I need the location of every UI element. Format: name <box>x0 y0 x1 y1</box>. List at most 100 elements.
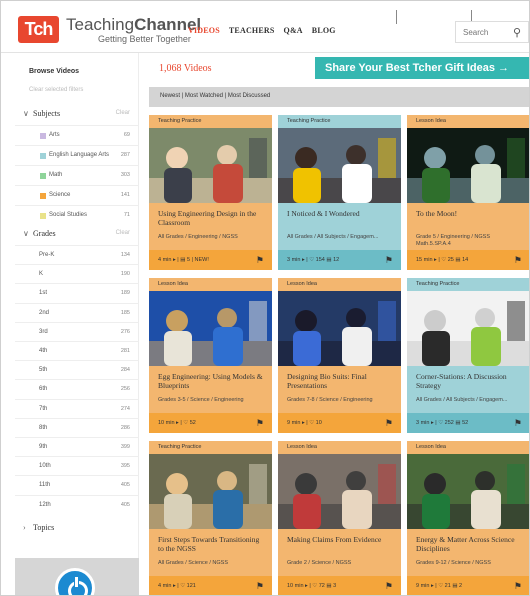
video-title[interactable]: Using Engineering Design in the Classroo… <box>158 209 266 227</box>
grade-filter-label: 10th <box>39 463 51 470</box>
grade-filter-item[interactable]: K 190 <box>15 264 139 283</box>
thumb-egg-engineering[interactable] <box>149 291 272 366</box>
video-card[interactable]: Lesson Idea Egg Engineering: Using Model… <box>149 278 272 433</box>
video-card-body: Designing Bio Suits: Final Presentations… <box>278 366 401 413</box>
subjects-toggle[interactable]: ∨ Subjects <box>23 109 60 118</box>
bookmark-icon[interactable]: ⚑ <box>256 255 264 266</box>
video-meta: All Grades / Engineering / NGSS <box>158 234 268 241</box>
grade-filter-item[interactable]: 8th 286 <box>15 417 139 437</box>
grade-filter-label: Pre-K <box>39 252 55 258</box>
subject-filter-count: 141 <box>120 192 130 198</box>
grade-filter-item[interactable]: 9th 399 <box>15 437 139 456</box>
grade-filter-item[interactable]: 1st 189 <box>15 283 139 302</box>
grade-filter-item[interactable]: 3rd 276 <box>15 321 139 341</box>
bookmark-icon[interactable]: ⚑ <box>256 581 264 592</box>
video-card[interactable]: Lesson Idea To the Moon! Grade 5 / Engine… <box>407 115 529 270</box>
video-card[interactable]: Teaching Practice I Noticed & I Wondered… <box>278 115 401 270</box>
nav-blog[interactable]: BLOG <box>312 26 336 35</box>
video-title[interactable]: Making Claims From Evidence <box>287 535 395 545</box>
nav-videos[interactable]: VIDEOS <box>188 26 220 35</box>
subject-filter-item[interactable]: English Language Arts 287 <box>15 145 139 165</box>
video-card[interactable]: Lesson Idea Making Claims From Evidence G… <box>278 441 401 595</box>
chevron-down-icon: ∨ <box>23 109 29 118</box>
grade-filter-item[interactable]: 5th 284 <box>15 360 139 379</box>
sort-options[interactable]: Newest | Most Watched | Most Discussed <box>160 93 270 99</box>
grade-filter-count: 405 <box>120 501 130 508</box>
thumb-energy-matter[interactable] <box>407 454 529 529</box>
grade-filter-count: 286 <box>120 424 130 431</box>
video-stats: 4 min ▸ | ▤ 5 | NEW! <box>158 257 209 263</box>
video-card[interactable]: Teaching Practice Corner-Stations: A Dis… <box>407 278 529 433</box>
video-title[interactable]: I Noticed & I Wondered <box>287 209 395 219</box>
bookmark-icon[interactable]: ⚑ <box>514 581 522 592</box>
video-category-tag: Lesson Idea <box>149 278 272 291</box>
promo-banner[interactable]: Share Your Best Tcher Gift Ideas → <box>315 57 529 79</box>
results-count: 1,068 Videos <box>159 63 212 74</box>
thumb-noticed-wondered[interactable] <box>278 128 401 203</box>
clear-filters-link[interactable]: Clear selected filters <box>29 87 83 93</box>
grade-filter-item[interactable]: 12th 405 <box>15 494 139 514</box>
video-card[interactable]: Lesson Idea Designing Bio Suits: Final P… <box>278 278 401 433</box>
video-card[interactable]: Lesson Idea Energy & Matter Across Scien… <box>407 441 529 595</box>
video-stats: 4 min ▸ | ♡ 121 <box>158 583 196 589</box>
video-stats: 3 min ▸ | ♡ 154 ▤ 12 <box>287 257 340 263</box>
video-stats: 3 min ▸ | ♡ 252 ▤ 52 <box>416 420 469 426</box>
bookmark-icon[interactable]: ⚑ <box>514 255 522 266</box>
thumb-engineering-design[interactable] <box>149 128 272 203</box>
grade-filter-label: 8th <box>39 424 48 431</box>
video-meta: All Grades / All Subjects / Engagem... <box>287 234 397 241</box>
subject-filter-item[interactable]: Social Studies 71 <box>15 205 139 225</box>
power-icon[interactable] <box>55 568 95 595</box>
video-title[interactable]: Designing Bio Suits: Final Presentations <box>287 372 395 390</box>
grade-filter-count: 256 <box>120 386 130 393</box>
video-meta-line: Grades 9-12 / Science / NGSS <box>416 560 491 566</box>
grade-filter-item[interactable]: 10th 395 <box>15 456 139 475</box>
bookmark-icon[interactable]: ⚑ <box>256 418 264 429</box>
subject-filter-item[interactable]: Arts 69 <box>15 125 139 145</box>
video-card-footer: 9 min ▸ | ♡ 21 ▤ 2 ⚑ <box>407 576 529 595</box>
topics-label: Topics <box>33 523 55 532</box>
grades-toggle[interactable]: ∨ Grades <box>23 229 56 238</box>
video-title[interactable]: To the Moon! <box>416 209 524 219</box>
thumb-bio-suits[interactable] <box>278 291 401 366</box>
thumb-to-the-moon[interactable] <box>407 128 529 203</box>
subjects-clear[interactable]: Clear <box>116 110 130 116</box>
bookmark-icon[interactable]: ⚑ <box>385 581 393 592</box>
nav-teachers[interactable]: TEACHERS <box>229 26 275 35</box>
grade-filter-count: 185 <box>120 309 130 316</box>
subject-filter-item[interactable]: Science 141 <box>15 185 139 205</box>
thumb-making-claims[interactable] <box>278 454 401 529</box>
video-card-body: Corner-Stations: A Discussion Strategy Al… <box>407 366 529 413</box>
grade-filter-item[interactable]: 2nd 185 <box>15 302 139 322</box>
video-title[interactable]: Corner-Stations: A Discussion Strategy <box>416 372 524 390</box>
video-title[interactable]: Egg Engineering: Using Models & Blueprin… <box>158 372 266 390</box>
video-meta-line: All Grades / All Subjects / Engagem... <box>416 397 508 403</box>
nav-qa[interactable]: Q&A <box>284 26 303 35</box>
grade-filter-count: 134 <box>120 252 130 258</box>
search-icon[interactable]: ⚲ <box>513 26 521 39</box>
search-input[interactable] <box>463 28 513 37</box>
video-meta: Grades 7-8 / Science / Engineering <box>287 397 397 404</box>
bookmark-icon[interactable]: ⚑ <box>385 255 393 266</box>
grade-filter-item[interactable]: 7th 274 <box>15 398 139 418</box>
grade-filter-label: 1st <box>39 290 48 297</box>
grade-filter-item[interactable]: 6th 256 <box>15 379 139 398</box>
bookmark-icon[interactable]: ⚑ <box>385 418 393 429</box>
video-title[interactable]: Energy & Matter Across Science Disciplin… <box>416 535 524 553</box>
grades-clear[interactable]: Clear <box>116 230 130 236</box>
sort-bar: Newest | Most Watched | Most Discussed <box>149 87 529 107</box>
brand-name[interactable]: TeachingChannel <box>66 15 201 35</box>
video-card[interactable]: Teaching Practice Using Engineering Desi… <box>149 115 272 270</box>
grade-filter-item[interactable]: Pre-K 134 <box>15 245 139 264</box>
topics-toggle[interactable]: › Topics <box>23 523 54 532</box>
grade-filter-item[interactable]: 4th 281 <box>15 341 139 360</box>
subject-filter-item[interactable]: Math 303 <box>15 165 139 185</box>
thumb-corner-stations[interactable] <box>407 291 529 366</box>
grade-filter-item[interactable]: 11th 405 <box>15 475 139 494</box>
logo-mark[interactable]: Tch <box>18 16 59 43</box>
video-card[interactable]: Teaching Practice First Steps Towards Tr… <box>149 441 272 595</box>
thumb-first-steps-ngss[interactable] <box>149 454 272 529</box>
bookmark-icon[interactable]: ⚑ <box>514 418 522 429</box>
grade-filter-label: 9th <box>39 444 48 450</box>
video-title[interactable]: First Steps Towards Transitioning to the… <box>158 535 266 553</box>
